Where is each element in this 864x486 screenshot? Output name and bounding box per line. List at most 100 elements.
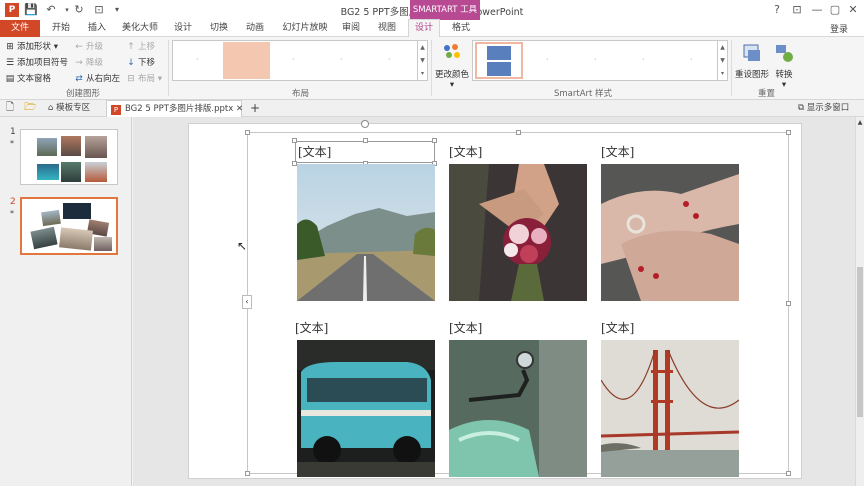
customize-toolbar-icon[interactable]: ▾ (110, 3, 124, 17)
new-tab-button[interactable]: + (250, 100, 260, 117)
layout-option[interactable]: ˊ (319, 42, 366, 79)
reset-graphic-button[interactable]: 重设图形 (735, 40, 769, 80)
home-icon: ⌂ (48, 103, 57, 113)
move-up-icon: ↑ (127, 42, 135, 52)
promote-arrow-icon: ← (75, 42, 83, 52)
scroll-up-icon[interactable]: ▲ (856, 119, 864, 126)
slide-transition-marker: * (10, 209, 14, 218)
tab-animations[interactable]: 动画 (240, 20, 270, 37)
show-multi-window-button[interactable]: ⧉ 显示多窗口 (798, 100, 849, 117)
start-from-beginning-icon[interactable]: ⊡ (92, 3, 106, 17)
demote-arrow-icon: → (75, 58, 83, 68)
reset-graphic-icon (743, 44, 760, 61)
style-option[interactable]: ˊ (669, 42, 716, 79)
pptx-file-icon: P (111, 105, 121, 115)
text-placeholder[interactable]: [文本] (449, 319, 482, 336)
change-colors-button[interactable]: 更改颜色 ▾ (434, 40, 470, 90)
slide-thumbnail-2[interactable] (20, 197, 118, 255)
tab-document[interactable]: P BG2 5 PPT多图片排版.pptx ✕ (106, 100, 243, 117)
styles-gallery-scroll[interactable]: ▲ ▼ ▾ (717, 41, 727, 80)
tab-transitions[interactable]: 切换 (204, 20, 234, 37)
add-shape-button[interactable]: ⊞ 添加形状 ▾ (5, 40, 58, 52)
layouts-gallery: ˊ ˊ ˊ ˊ ▲ ▼ ▾ (172, 40, 428, 81)
powerpoint-app-icon[interactable]: P (5, 3, 19, 17)
minimize-button[interactable]: — (808, 2, 826, 18)
tab-insert[interactable]: 插入 (82, 20, 112, 37)
tab-review[interactable]: 审阅 (336, 20, 366, 37)
vertical-scrollbar[interactable]: ▲ (855, 117, 864, 486)
slide-canvas[interactable]: ‹ [文本] [文本] [文本] [文本] [文本] [文本] (188, 120, 802, 479)
group-divider (431, 40, 432, 96)
save-icon[interactable]: 💾 (24, 3, 38, 17)
move-down-button[interactable]: ↓ 下移 (126, 56, 155, 68)
tab-view[interactable]: 视图 (372, 20, 402, 37)
demote-button[interactable]: → 降级 (74, 56, 103, 68)
scooter-photo[interactable] (449, 340, 587, 477)
tab-template-zone[interactable]: ⌂ 模板专区 (48, 100, 90, 117)
document-tab-bar: 🗋 🗁 ⌂ 模板专区 P BG2 5 PPT多图片排版.pptx ✕ + ⧉ 显示… (0, 100, 864, 117)
open-folder-icon[interactable]: 🗁 (24, 100, 36, 117)
text-placeholder[interactable]: [文本] (449, 143, 482, 160)
slide-number: 1 (10, 127, 16, 137)
tab-file[interactable]: 文件 (0, 20, 40, 37)
right-to-left-icon: ⇄ (75, 74, 83, 84)
slide-thumbnail-1[interactable] (20, 129, 118, 185)
smartart-tools-context: SMARTART 工具 (410, 0, 480, 20)
tab-slideshow[interactable]: 幻灯片放映 (278, 20, 332, 37)
redo-icon[interactable]: ↻ (72, 3, 86, 17)
smartart-frame[interactable]: ‹ [文本] [文本] [文本] [文本] [文本] [文本] (242, 120, 791, 477)
layout-dropdown[interactable]: ⊟ 布局 ▾ (126, 72, 162, 84)
close-tab-icon[interactable]: ✕ (233, 104, 243, 114)
maximize-button[interactable]: ▢ (826, 2, 844, 18)
convert-icon (776, 45, 793, 62)
layout-option[interactable]: ˊ (367, 42, 414, 79)
layout-option-selected[interactable] (223, 42, 270, 79)
hands-ring-photo[interactable] (601, 164, 739, 301)
style-option-selected[interactable] (475, 42, 523, 79)
smartart-styles-group-label: SmartArt 样式 (554, 89, 613, 99)
ribbon: ⊞ 添加形状 ▾ ☰ 添加项目符号 ▤ 文本窗格 ← 升级 → 降级 ⇄ 从右向左 ↑ 上移 … (0, 37, 864, 100)
text-placeholder-selected[interactable]: [文本] (295, 141, 435, 163)
convert-button[interactable]: 转换 ▾ (772, 40, 796, 90)
tab-design[interactable]: 设计 (168, 20, 198, 37)
style-option[interactable]: ˊ (525, 42, 572, 79)
tab-beautify-master[interactable]: 美化大师 (118, 20, 162, 37)
title-bar: P 💾 ↶ ▾ ↻ ⊡ ▾ BG2 5 PPT多图片排版.pptx - Powe… (0, 0, 864, 20)
smartart-styles-gallery: ˊ ˊ ˊ ˊ ▲ ▼ ▾ (472, 40, 728, 81)
scrollbar-thumb[interactable] (857, 267, 863, 417)
style-option[interactable]: ˊ (621, 42, 668, 79)
move-up-button[interactable]: ↑ 上移 (126, 40, 155, 52)
bouquet-photo[interactable] (449, 164, 587, 301)
text-placeholder[interactable]: [文本] (295, 319, 328, 336)
right-to-left-button[interactable]: ⇄ 从右向左 (74, 72, 120, 84)
text-pane-button[interactable]: ▤ 文本窗格 (5, 72, 51, 84)
text-placeholder[interactable]: [文本] (601, 143, 634, 160)
layouts-gallery-scroll[interactable]: ▲ ▼ ▾ (417, 41, 427, 80)
mouse-cursor: ↖ (237, 239, 248, 253)
promote-button[interactable]: ← 升级 (74, 40, 103, 52)
rotate-handle[interactable] (361, 120, 369, 128)
multi-window-icon: ⧉ (798, 103, 807, 113)
add-bullet-button[interactable]: ☰ 添加项目符号 (5, 56, 68, 68)
style-option[interactable]: ˊ (573, 42, 620, 79)
road-photo[interactable] (297, 164, 435, 301)
expand-text-pane-icon[interactable]: ‹ (242, 295, 252, 309)
tab-smartart-design[interactable]: 设计 (408, 19, 440, 37)
bridge-photo[interactable] (601, 340, 739, 477)
van-photo[interactable] (297, 340, 435, 477)
close-button[interactable]: ✕ (844, 2, 862, 18)
tab-smartart-format[interactable]: 格式 (446, 20, 476, 37)
layout-option[interactable]: ˊ (271, 42, 318, 79)
new-document-icon[interactable]: 🗋 (6, 100, 14, 117)
layout-option[interactable]: ˊ (175, 42, 222, 79)
undo-icon[interactable]: ↶ (44, 3, 58, 17)
slide-number-current: 2 (10, 197, 16, 207)
ribbon-display-options-button[interactable]: ⊡ (788, 2, 806, 18)
slide-editing-area: ‹ [文本] [文本] [文本] [文本] [文本] [文本] ↖ (133, 117, 855, 486)
text-placeholder[interactable]: [文本] (601, 319, 634, 336)
signin-link[interactable]: 登录 (830, 22, 848, 35)
ribbon-tabs: 文件 开始 插入 美化大师 设计 切换 动画 幻灯片放映 审阅 视图 设计 格式… (0, 19, 864, 37)
layouts-group-label: 布局 (292, 89, 310, 99)
tab-home[interactable]: 开始 (46, 20, 76, 37)
help-button[interactable]: ? (768, 2, 786, 18)
